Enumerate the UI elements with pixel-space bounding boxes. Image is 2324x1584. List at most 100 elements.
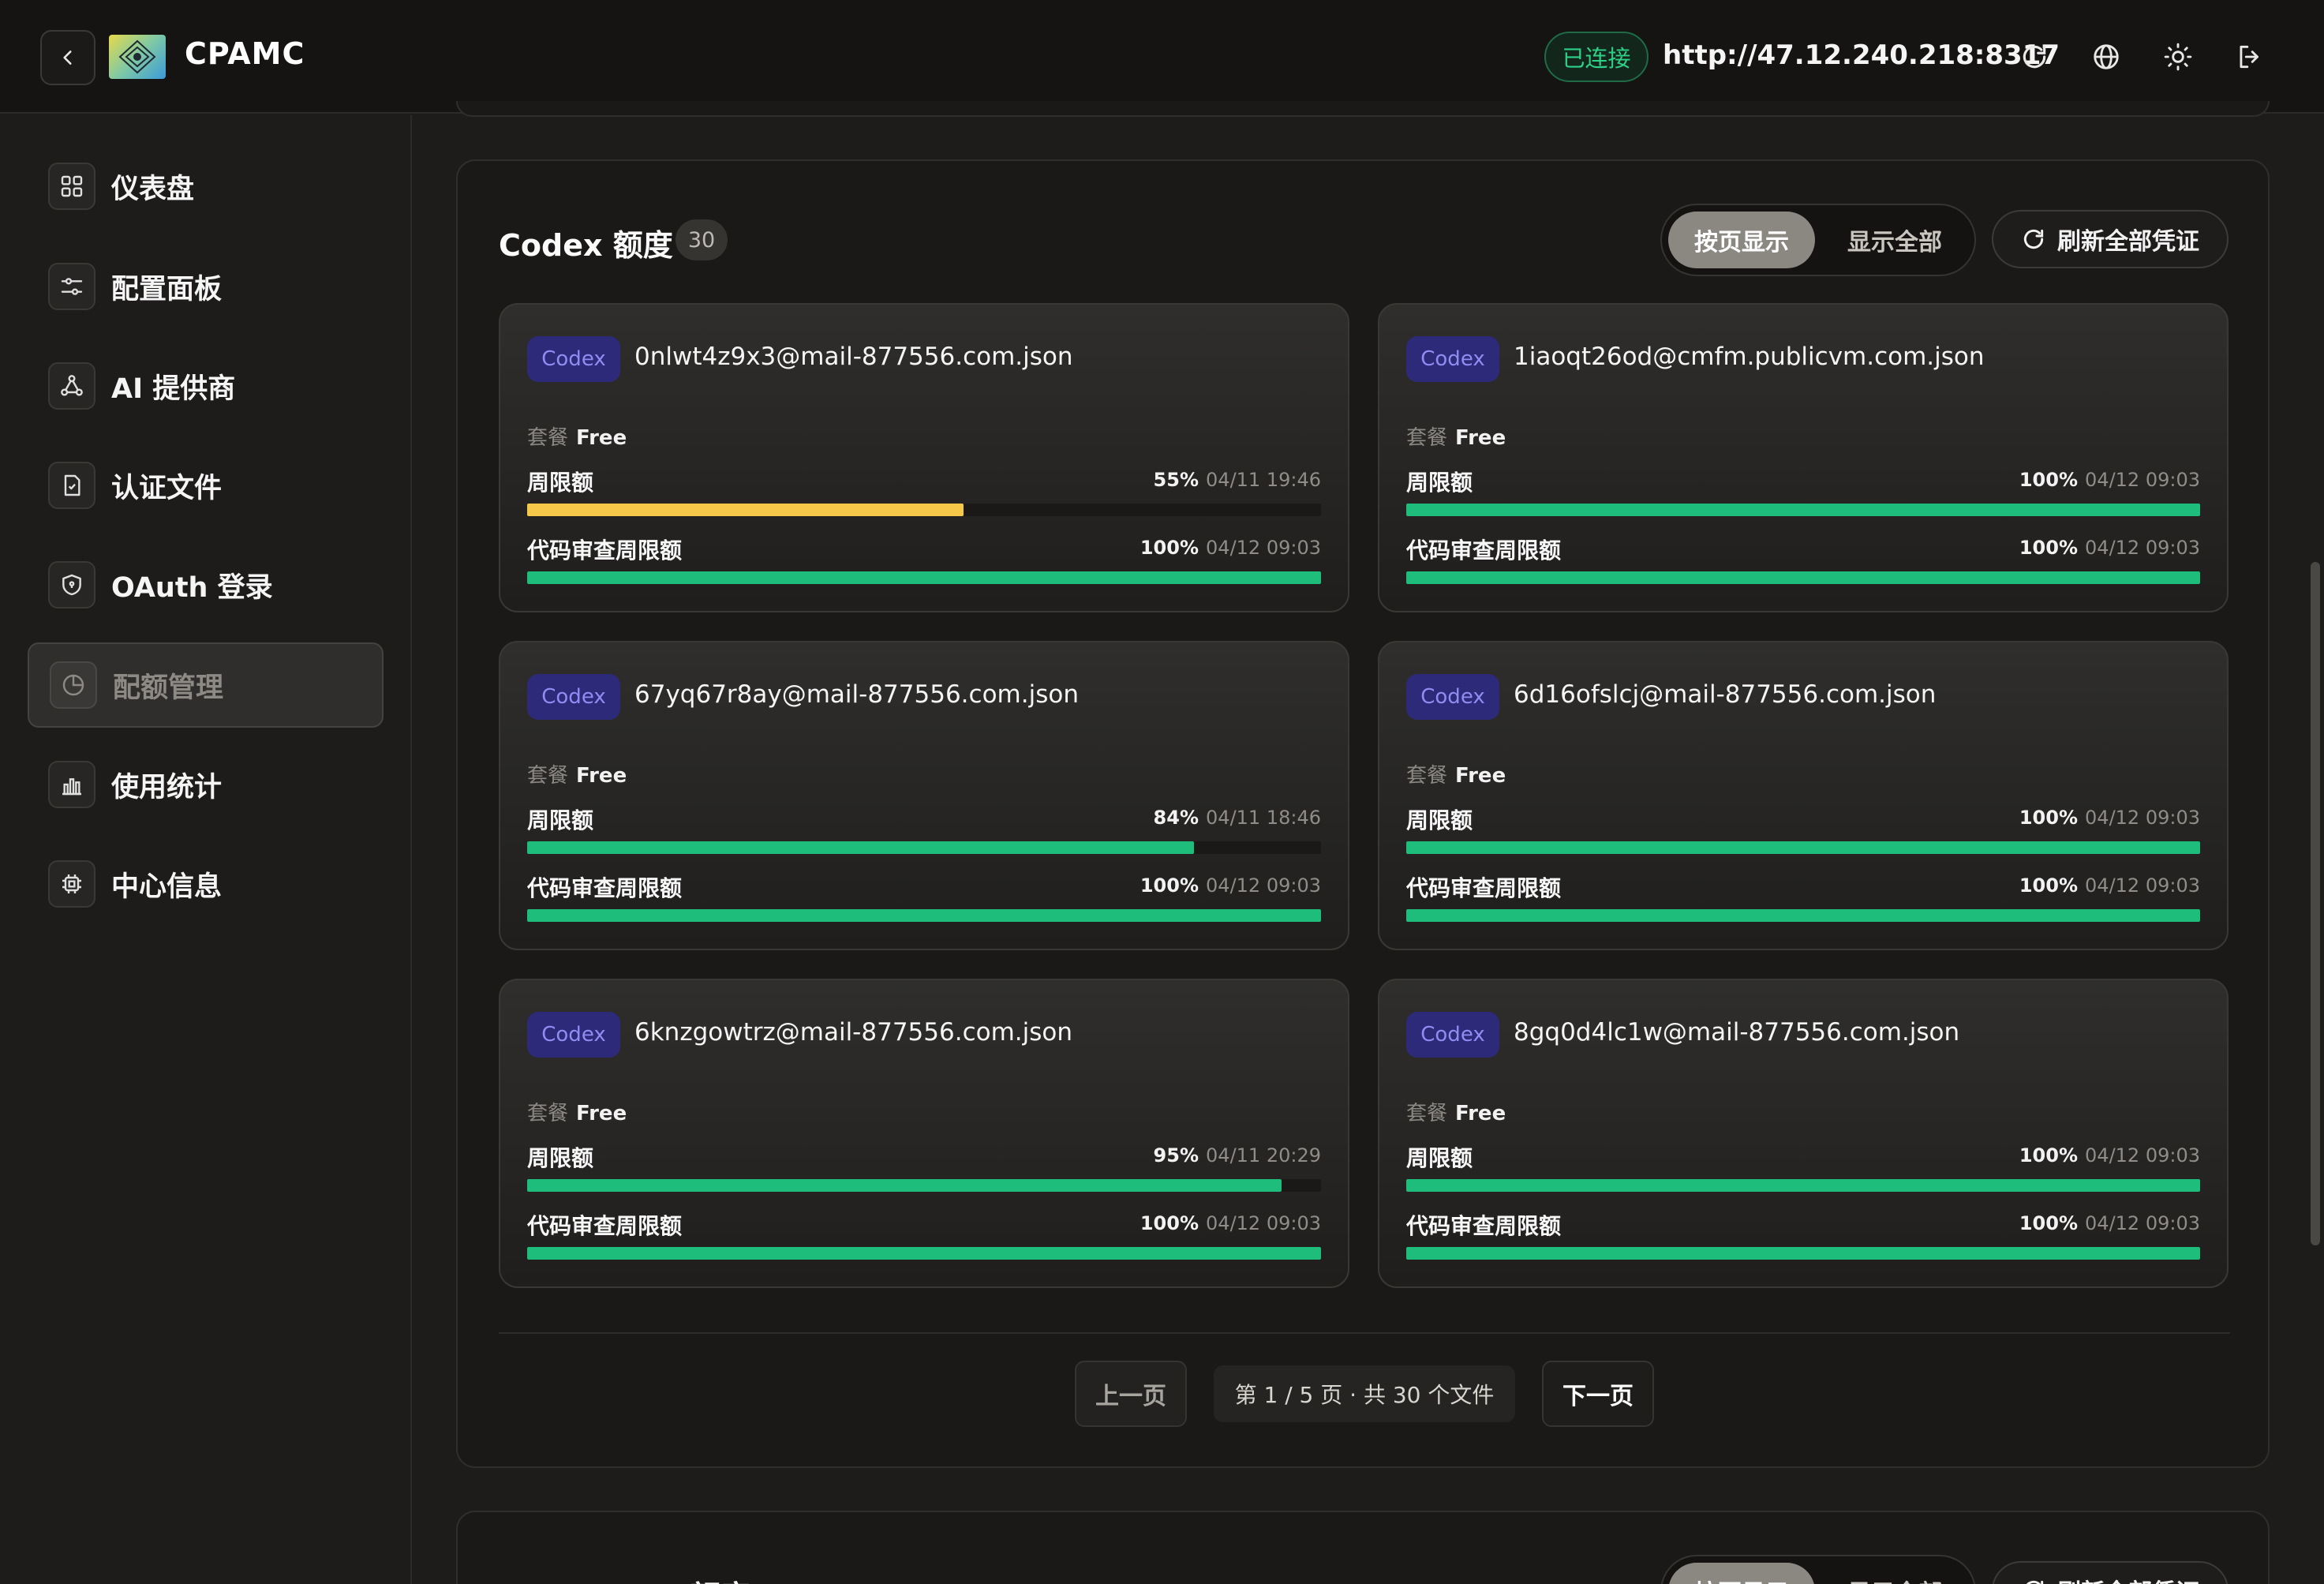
quota-reset-time: 04/12 09:03 bbox=[2085, 807, 2200, 829]
sidebar-item-label: AI 提供商 bbox=[111, 373, 236, 405]
sidebar-item-ai-providers[interactable]: AI 提供商 bbox=[28, 343, 384, 429]
plan-row: 套餐 Free bbox=[527, 759, 627, 788]
quota-reset-time: 04/12 09:03 bbox=[2085, 469, 2200, 491]
language-button[interactable] bbox=[2086, 36, 2127, 77]
show-all-button[interactable]: 显示全部 bbox=[1820, 1563, 1970, 1584]
quota-reset-time: 04/11 20:29 bbox=[1206, 1144, 1321, 1166]
quota-progress-fill bbox=[527, 571, 1321, 584]
sidebar-item-label: 仪表盘 bbox=[111, 173, 195, 205]
quota-card: Codex 67yq67r8ay@mail-877556.com.json 套餐… bbox=[499, 641, 1349, 950]
weekly-quota-row: 周限额 100% 04/12 09:03 bbox=[1406, 803, 2200, 835]
sidebar-item-label: 配额管理 bbox=[113, 672, 224, 704]
quota-percent: 100% bbox=[2019, 469, 2078, 491]
plan-value: Free bbox=[1455, 426, 1506, 450]
quota-reset-time: 04/12 09:03 bbox=[2085, 874, 2200, 897]
plan-label: 套餐 bbox=[527, 1102, 569, 1125]
quota-name: 周限额 bbox=[527, 807, 594, 833]
refresh-all-credentials-button[interactable]: 刷新全部凭证 bbox=[1992, 210, 2229, 268]
sidebar-item-auth-files[interactable]: 认证文件 bbox=[28, 443, 384, 528]
quota-percent: 100% bbox=[1140, 537, 1199, 559]
quota-card: Codex 1iaoqt26od@cmfm.publicvm.com.json … bbox=[1378, 303, 2229, 612]
quota-name: 代码审查周限额 bbox=[527, 875, 683, 901]
chip-icon bbox=[48, 860, 95, 908]
quota-reset-time: 04/12 09:03 bbox=[1206, 537, 1321, 559]
quota-progress-bar bbox=[527, 571, 1321, 584]
logout-button[interactable] bbox=[2229, 36, 2270, 77]
sidebar-item-config[interactable]: 配置面板 bbox=[28, 244, 384, 329]
refresh-all-credentials-button[interactable]: 刷新全部凭证 bbox=[1992, 1561, 2229, 1584]
panel-title: Codex 额度 bbox=[499, 228, 673, 263]
quota-reset-time: 04/12 09:03 bbox=[2085, 1144, 2200, 1166]
view-mode-toggle: 按页显示 显示全部 bbox=[1660, 204, 1976, 276]
theme-toggle-button[interactable] bbox=[2157, 36, 2199, 77]
quota-percent: 100% bbox=[1140, 1212, 1199, 1234]
chevron-left-icon bbox=[63, 51, 72, 65]
refresh-all-label: 刷新全部凭证 bbox=[2057, 1573, 2199, 1584]
paged-view-button[interactable]: 按页显示 bbox=[1668, 1563, 1815, 1584]
sidebar-item-label: 中心信息 bbox=[111, 871, 223, 903]
provider-tag: Codex bbox=[1406, 674, 1499, 720]
quota-percent: 55% bbox=[1153, 469, 1199, 491]
plan-label: 套餐 bbox=[1406, 426, 1448, 450]
paged-view-button[interactable]: 按页显示 bbox=[1668, 212, 1815, 268]
plan-label: 套餐 bbox=[527, 426, 569, 450]
quota-percent: 100% bbox=[2019, 537, 2078, 559]
sidebar-item-oauth[interactable]: OAuth 登录 bbox=[28, 542, 384, 627]
next-page-button[interactable]: 下一页 bbox=[1542, 1361, 1654, 1427]
quota-reset-time: 04/12 09:03 bbox=[1206, 1212, 1321, 1234]
back-button[interactable] bbox=[40, 30, 95, 85]
shield-icon bbox=[48, 561, 95, 609]
quota-progress-bar bbox=[1406, 504, 2200, 516]
sidebar-item-label: 认证文件 bbox=[111, 472, 223, 504]
show-all-button[interactable]: 显示全部 bbox=[1820, 212, 1970, 268]
plan-label: 套餐 bbox=[1406, 1102, 1448, 1125]
sidebar-item-quota-management[interactable]: 配额管理 bbox=[28, 642, 384, 728]
quota-name: 周限额 bbox=[1406, 1145, 1473, 1171]
auth-file-name: 0nlwt4z9x3@mail-877556.com.json bbox=[634, 343, 1073, 371]
quota-percent: 84% bbox=[1153, 807, 1199, 829]
quota-progress-bar bbox=[527, 504, 1321, 516]
panel-title: Gemini CLI 额度 bbox=[499, 1572, 750, 1584]
network-icon bbox=[48, 362, 95, 410]
quota-progress-fill bbox=[1406, 504, 2200, 516]
quota-progress-bar bbox=[527, 841, 1321, 854]
quota-name: 代码审查周限额 bbox=[1406, 875, 1562, 901]
quota-percent: 100% bbox=[2019, 807, 2078, 829]
auth-file-name: 6knzgowtrz@mail-877556.com.json bbox=[634, 1018, 1073, 1047]
app-title: CPAMC bbox=[185, 36, 305, 71]
refresh-button[interactable] bbox=[2014, 36, 2055, 77]
sidebar-item-dashboard[interactable]: 仪表盘 bbox=[28, 144, 384, 229]
quota-card: Codex 6knzgowtrz@mail-877556.com.json 套餐… bbox=[499, 979, 1349, 1288]
quota-progress-fill bbox=[1406, 909, 2200, 922]
page-scrollbar[interactable] bbox=[2311, 562, 2320, 1245]
quota-percent: 100% bbox=[2019, 1144, 2078, 1166]
gemini-cli-quota-panel: Gemini CLI 额度 按页显示 显示全部 刷新全部凭证 bbox=[456, 1511, 2270, 1584]
weekly-quota-row: 周限额 55% 04/11 19:46 bbox=[527, 466, 1321, 497]
prev-page-button[interactable]: 上一页 bbox=[1075, 1361, 1187, 1427]
plan-label: 套餐 bbox=[527, 764, 569, 788]
plan-row: 套餐 Free bbox=[1406, 421, 1506, 451]
refresh-all-label: 刷新全部凭证 bbox=[2057, 228, 2199, 256]
provider-tag: Codex bbox=[527, 336, 620, 382]
plan-value: Free bbox=[576, 1102, 627, 1125]
dashboard-icon bbox=[48, 163, 95, 210]
weekly-quota-row: 周限额 95% 04/11 20:29 bbox=[527, 1141, 1321, 1173]
sidebar-item-center-info[interactable]: 中心信息 bbox=[28, 841, 384, 927]
quota-reset-time: 04/12 09:03 bbox=[2085, 1212, 2200, 1234]
sidebar-item-label: 使用统计 bbox=[111, 771, 223, 803]
quota-progress-fill bbox=[527, 504, 964, 516]
page-info: 第 1 / 5 页 · 共 30 个文件 bbox=[1214, 1365, 1515, 1422]
quota-progress-bar bbox=[1406, 1179, 2200, 1192]
quota-progress-bar bbox=[527, 1179, 1321, 1192]
quota-name: 代码审查周限额 bbox=[1406, 537, 1562, 564]
auth-file-name: 67yq67r8ay@mail-877556.com.json bbox=[634, 680, 1079, 709]
quota-name: 周限额 bbox=[527, 470, 594, 496]
quota-progress-fill bbox=[527, 1247, 1321, 1260]
plan-row: 套餐 Free bbox=[1406, 1097, 1506, 1126]
provider-tag: Codex bbox=[527, 1012, 620, 1058]
weekly-quota-row: 周限额 84% 04/11 18:46 bbox=[527, 803, 1321, 835]
code-review-quota-row: 代码审查周限额 100% 04/12 09:03 bbox=[527, 1209, 1321, 1241]
provider-tag: Codex bbox=[1406, 1012, 1499, 1058]
previous-panel-bottom bbox=[456, 101, 2270, 117]
sidebar-item-usage-stats[interactable]: 使用统计 bbox=[28, 742, 384, 827]
